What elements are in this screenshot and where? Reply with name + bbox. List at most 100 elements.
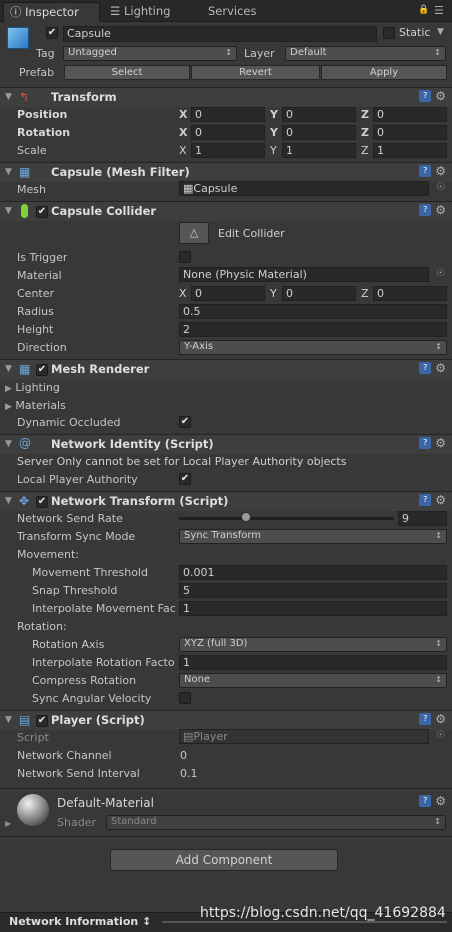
- local-player-authority-checkbox[interactable]: ✔: [179, 473, 191, 485]
- static-dropdown-icon[interactable]: ▼: [437, 27, 444, 37]
- shader-dropdown[interactable]: Standard: [106, 815, 446, 830]
- rotation-label: Rotation: [17, 126, 71, 139]
- tab-lighting[interactable]: ☰ Lighting: [104, 2, 194, 22]
- position-y-field[interactable]: 0: [282, 107, 356, 122]
- sync-angular-velocity-label: Sync Angular Velocity: [32, 692, 152, 705]
- network-identity-header[interactable]: ▼ @ Network Identity (Script) ? ⚙: [0, 434, 452, 454]
- capsule-collider-header[interactable]: ▼ ✔ Capsule Collider ? ⚙: [0, 201, 452, 221]
- rotation-z-field[interactable]: 0: [373, 125, 447, 140]
- mesh-renderer-header[interactable]: ▼ ▦ ✔ Mesh Renderer ? ⚙: [0, 359, 452, 379]
- gear-icon[interactable]: ⚙: [435, 795, 446, 808]
- menu-icon[interactable]: ☰: [434, 4, 444, 17]
- foldout-right-icon[interactable]: ▶: [5, 819, 11, 828]
- scale-label: Scale: [17, 144, 47, 157]
- rotation-x-field[interactable]: 0: [191, 125, 265, 140]
- lock-icon[interactable]: 🔒: [418, 5, 429, 15]
- gear-icon[interactable]: ⚙: [435, 362, 446, 375]
- send-rate-field[interactable]: 9: [398, 511, 447, 526]
- foldout-arrow-icon[interactable]: ▼: [5, 492, 12, 511]
- tab-inspector[interactable]: ⓘ Inspector: [3, 2, 100, 22]
- radius-field[interactable]: 0.5: [179, 304, 447, 319]
- dynamic-occluded-checkbox[interactable]: ✔: [179, 416, 191, 428]
- object-name-field[interactable]: Capsule: [63, 26, 377, 42]
- gear-icon[interactable]: ⚙: [435, 90, 446, 103]
- sync-angular-velocity-checkbox[interactable]: [179, 692, 191, 704]
- footer-resize-handle[interactable]: [162, 921, 447, 923]
- scale-y-field[interactable]: 1: [282, 143, 356, 158]
- material-name: Default-Material: [57, 796, 154, 810]
- scale-x-field[interactable]: 1: [191, 143, 265, 158]
- help-icon[interactable]: ?: [419, 795, 432, 807]
- foldout-right-icon: ▶: [5, 384, 12, 394]
- gear-icon[interactable]: ⚙: [435, 437, 446, 450]
- network-channel-value: 0: [180, 749, 187, 762]
- send-rate-slider-thumb[interactable]: [240, 512, 251, 522]
- object-picker-icon[interactable]: ☉: [436, 268, 445, 279]
- send-rate-slider-track[interactable]: [179, 517, 394, 520]
- foldout-arrow-icon[interactable]: ▼: [5, 163, 12, 182]
- active-checkbox[interactable]: ✔: [46, 27, 58, 39]
- height-field[interactable]: 2: [179, 322, 447, 337]
- player-script-header[interactable]: ▼ ▤ ✔ Player (Script) ? ⚙: [0, 710, 452, 730]
- foldout-arrow-icon[interactable]: ▼: [5, 435, 12, 454]
- gear-icon[interactable]: ⚙: [435, 165, 446, 178]
- foldout-arrow-icon[interactable]: ▼: [5, 711, 12, 730]
- center-x-field[interactable]: 0: [191, 286, 265, 301]
- foldout-arrow-icon[interactable]: ▼: [5, 360, 12, 379]
- help-icon[interactable]: ?: [419, 90, 432, 102]
- prefab-revert-button[interactable]: Revert: [191, 65, 320, 80]
- movement-threshold-field[interactable]: 0.001: [179, 565, 447, 580]
- network-transform-enabled-checkbox[interactable]: ✔: [36, 496, 48, 508]
- center-y-field[interactable]: 0: [282, 286, 356, 301]
- add-component-button[interactable]: Add Component: [110, 849, 338, 871]
- position-z-label: Z: [361, 108, 369, 121]
- mesh-filter-header[interactable]: ▼ ▦ Capsule (Mesh Filter) ? ⚙: [0, 162, 452, 182]
- help-icon[interactable]: ?: [419, 362, 432, 374]
- static-checkbox[interactable]: [383, 27, 395, 39]
- renderer-enabled-checkbox[interactable]: ✔: [36, 364, 48, 376]
- gear-icon[interactable]: ⚙: [435, 713, 446, 726]
- foldout-arrow-icon[interactable]: ▼: [5, 202, 12, 221]
- interpolate-movement-field[interactable]: 1: [179, 601, 447, 616]
- prefab-select-button[interactable]: Select: [64, 65, 190, 80]
- scale-z-field[interactable]: 1: [373, 143, 447, 158]
- rotation-y-field[interactable]: 0: [282, 125, 356, 140]
- layer-dropdown[interactable]: Default: [285, 46, 446, 61]
- header-icons: ? ⚙: [419, 494, 446, 507]
- sync-mode-dropdown[interactable]: Sync Transform: [179, 529, 447, 544]
- position-y-label: Y: [270, 108, 278, 121]
- header-icons: ? ⚙: [419, 165, 446, 178]
- center-z-field[interactable]: 0: [373, 286, 447, 301]
- help-icon[interactable]: ?: [419, 494, 432, 506]
- material-field[interactable]: None (Physic Material): [179, 267, 429, 282]
- foldout-arrow-icon[interactable]: ▼: [5, 88, 12, 107]
- is-trigger-checkbox[interactable]: [179, 251, 191, 263]
- edit-collider-button[interactable]: △: [179, 222, 209, 244]
- info-icon: ⓘ: [10, 5, 22, 19]
- compress-rotation-dropdown[interactable]: None: [179, 673, 447, 688]
- rotation-axis-dropdown[interactable]: XYZ (full 3D): [179, 637, 447, 652]
- network-information-foldout[interactable]: Network Information ↕: [9, 915, 151, 928]
- position-x-field[interactable]: 0: [191, 107, 265, 122]
- tag-dropdown[interactable]: Untagged: [63, 46, 237, 61]
- interpolate-rotation-field[interactable]: 1: [179, 655, 447, 670]
- position-z-field[interactable]: 0: [373, 107, 447, 122]
- help-icon[interactable]: ?: [419, 165, 432, 177]
- object-picker-icon[interactable]: ☉: [436, 182, 445, 193]
- lighting-foldout[interactable]: ▶ Lighting: [5, 380, 60, 399]
- tab-services[interactable]: Services: [202, 2, 282, 22]
- snap-threshold-field[interactable]: 5: [179, 583, 447, 598]
- collider-enabled-checkbox[interactable]: ✔: [36, 206, 48, 218]
- materials-foldout[interactable]: ▶ Materials: [5, 398, 66, 417]
- help-icon[interactable]: ?: [419, 713, 432, 725]
- direction-dropdown[interactable]: Y-Axis: [179, 340, 447, 355]
- mesh-field[interactable]: ▦Capsule: [179, 181, 429, 196]
- transform-header[interactable]: ▼ ↰ Transform ? ⚙: [0, 87, 452, 107]
- help-icon[interactable]: ?: [419, 437, 432, 449]
- gear-icon[interactable]: ⚙: [435, 494, 446, 507]
- help-icon[interactable]: ?: [419, 204, 432, 216]
- player-script-enabled-checkbox[interactable]: ✔: [36, 715, 48, 727]
- network-transform-header[interactable]: ▼ ✥ ✔ Network Transform (Script) ? ⚙: [0, 491, 452, 511]
- prefab-apply-button[interactable]: Apply: [321, 65, 447, 80]
- gear-icon[interactable]: ⚙: [435, 204, 446, 217]
